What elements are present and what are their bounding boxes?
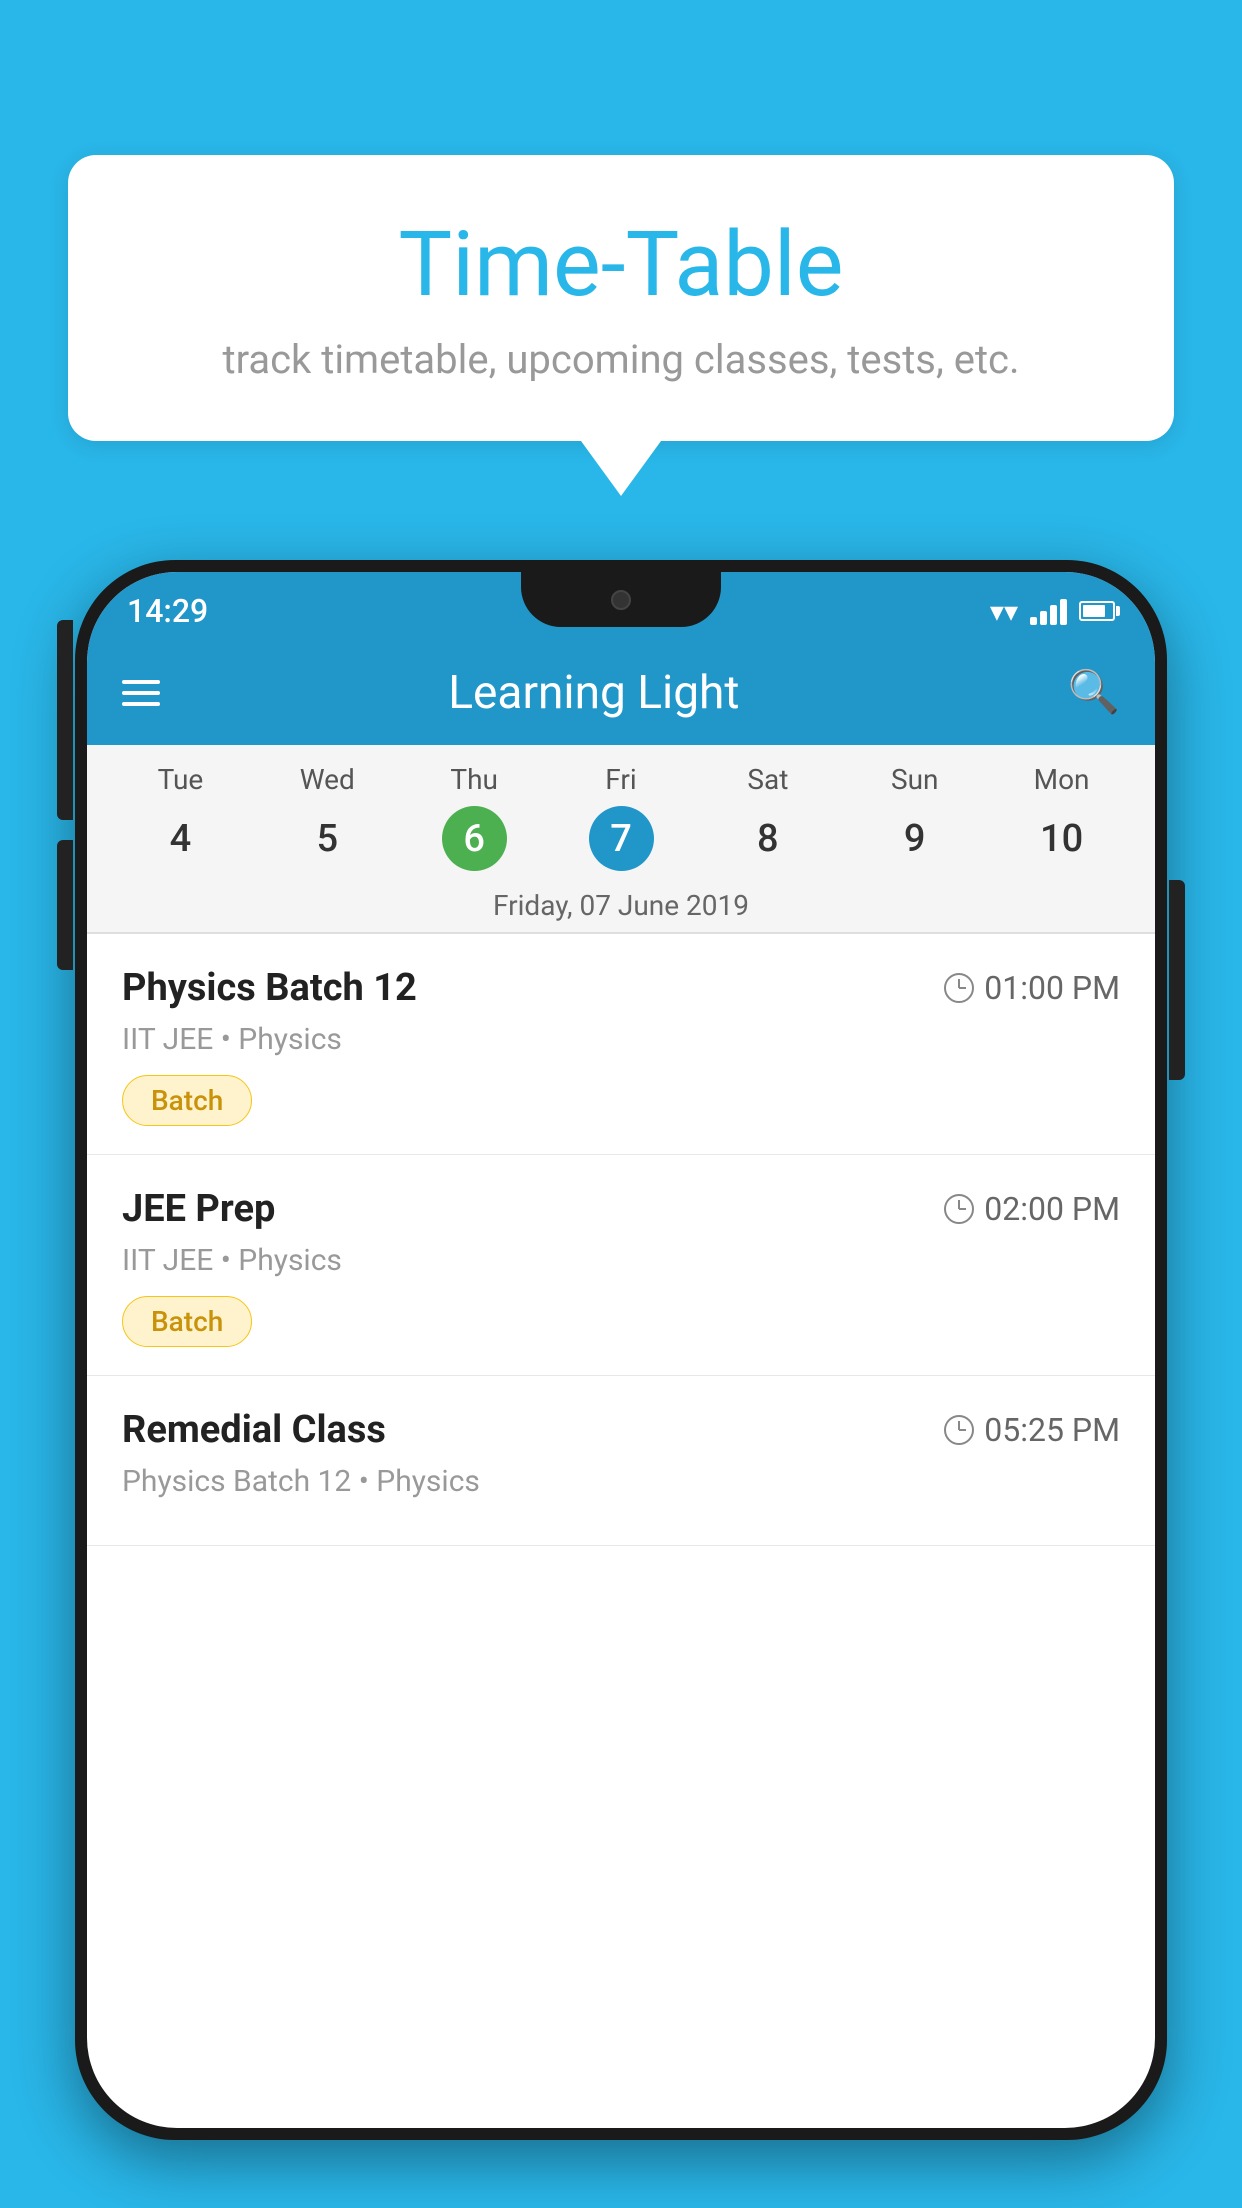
- batch-badge: Batch: [122, 1075, 252, 1126]
- speech-bubble: Time-Table track timetable, upcoming cla…: [68, 155, 1174, 441]
- schedule-item[interactable]: Remedial Class 05:25 PM Physics Batch 12…: [87, 1376, 1155, 1546]
- schedule-list: Physics Batch 12 01:00 PM IIT JEE • Phys…: [87, 934, 1155, 1546]
- selected-date-label: Friday, 07 June 2019: [87, 879, 1155, 933]
- camera-dot: [611, 590, 631, 610]
- schedule-time-text: 02:00 PM: [984, 1190, 1120, 1228]
- day-name: Sun: [891, 763, 939, 796]
- speech-bubble-title: Time-Table: [148, 215, 1094, 314]
- schedule-item-header: JEE Prep 02:00 PM: [122, 1187, 1120, 1231]
- schedule-item[interactable]: JEE Prep 02:00 PM IIT JEE • Physics Batc…: [87, 1155, 1155, 1376]
- phone-inner: 14:29 ▾▾: [87, 572, 1155, 2128]
- day-name: Mon: [1034, 763, 1090, 796]
- schedule-item-title: Physics Batch 12: [122, 966, 417, 1010]
- day-col-wed[interactable]: Wed 5: [254, 763, 401, 871]
- schedule-item-subtitle: Physics Batch 12 • Physics: [122, 1464, 1120, 1499]
- schedule-item-subtitle: IIT JEE • Physics: [122, 1022, 1120, 1057]
- schedule-item-header: Physics Batch 12 01:00 PM: [122, 966, 1120, 1010]
- battery-icon: [1079, 601, 1115, 621]
- speech-bubble-subtitle: track timetable, upcoming classes, tests…: [148, 334, 1094, 386]
- schedule-time-text: 05:25 PM: [984, 1411, 1120, 1449]
- speech-bubble-container: Time-Table track timetable, upcoming cla…: [68, 155, 1174, 496]
- schedule-item-header: Remedial Class 05:25 PM: [122, 1408, 1120, 1452]
- schedule-time-text: 01:00 PM: [984, 969, 1120, 1007]
- day-number[interactable]: 7: [589, 806, 654, 871]
- day-col-thu[interactable]: Thu 6: [401, 763, 548, 871]
- wifi-icon: ▾▾: [990, 595, 1018, 628]
- clock-icon: [944, 1415, 974, 1445]
- schedule-item-title: Remedial Class: [122, 1408, 386, 1452]
- day-name: Thu: [450, 763, 498, 796]
- day-number[interactable]: 4: [148, 806, 213, 871]
- clock-icon: [944, 1194, 974, 1224]
- day-name: Sat: [747, 763, 788, 796]
- schedule-item-time: 05:25 PM: [944, 1411, 1120, 1449]
- day-number[interactable]: 6: [442, 806, 507, 871]
- calendar-strip: Tue 4 Wed 5 Thu 6 Fri 7 Sat 8 Sun 9 Mon 10 Friday, 07…: [87, 745, 1155, 934]
- phone-notch: [521, 572, 721, 627]
- app-title: Learning Light: [120, 666, 1068, 720]
- clock-icon: [944, 973, 974, 1003]
- speech-bubble-arrow: [581, 441, 661, 496]
- day-number[interactable]: 5: [295, 806, 360, 871]
- schedule-item-subtitle: IIT JEE • Physics: [122, 1243, 1120, 1278]
- phone-container: 14:29 ▾▾: [75, 560, 1167, 2208]
- batch-badge: Batch: [122, 1296, 252, 1347]
- schedule-item-time: 02:00 PM: [944, 1190, 1120, 1228]
- day-col-sun[interactable]: Sun 9: [841, 763, 988, 871]
- phone-outer: 14:29 ▾▾: [75, 560, 1167, 2140]
- schedule-item-title: JEE Prep: [122, 1187, 275, 1231]
- status-icons: ▾▾: [990, 595, 1115, 628]
- app-bar: Learning Light 🔍: [87, 640, 1155, 745]
- battery-fill: [1083, 605, 1105, 617]
- day-number[interactable]: 10: [1029, 806, 1094, 871]
- day-number[interactable]: 8: [735, 806, 800, 871]
- day-col-mon[interactable]: Mon 10: [988, 763, 1135, 871]
- signal-icon: [1030, 597, 1067, 625]
- schedule-item[interactable]: Physics Batch 12 01:00 PM IIT JEE • Phys…: [87, 934, 1155, 1155]
- day-col-sat[interactable]: Sat 8: [694, 763, 841, 871]
- day-col-tue[interactable]: Tue 4: [107, 763, 254, 871]
- search-icon[interactable]: 🔍: [1068, 668, 1120, 717]
- days-row: Tue 4 Wed 5 Thu 6 Fri 7 Sat 8 Sun 9 Mon 10: [87, 745, 1155, 879]
- status-time: 14:29: [127, 592, 208, 630]
- day-name: Fri: [605, 763, 636, 796]
- day-name: Wed: [300, 763, 355, 796]
- day-number[interactable]: 9: [882, 806, 947, 871]
- day-col-fri[interactable]: Fri 7: [548, 763, 695, 871]
- schedule-item-time: 01:00 PM: [944, 969, 1120, 1007]
- day-name: Tue: [158, 763, 204, 796]
